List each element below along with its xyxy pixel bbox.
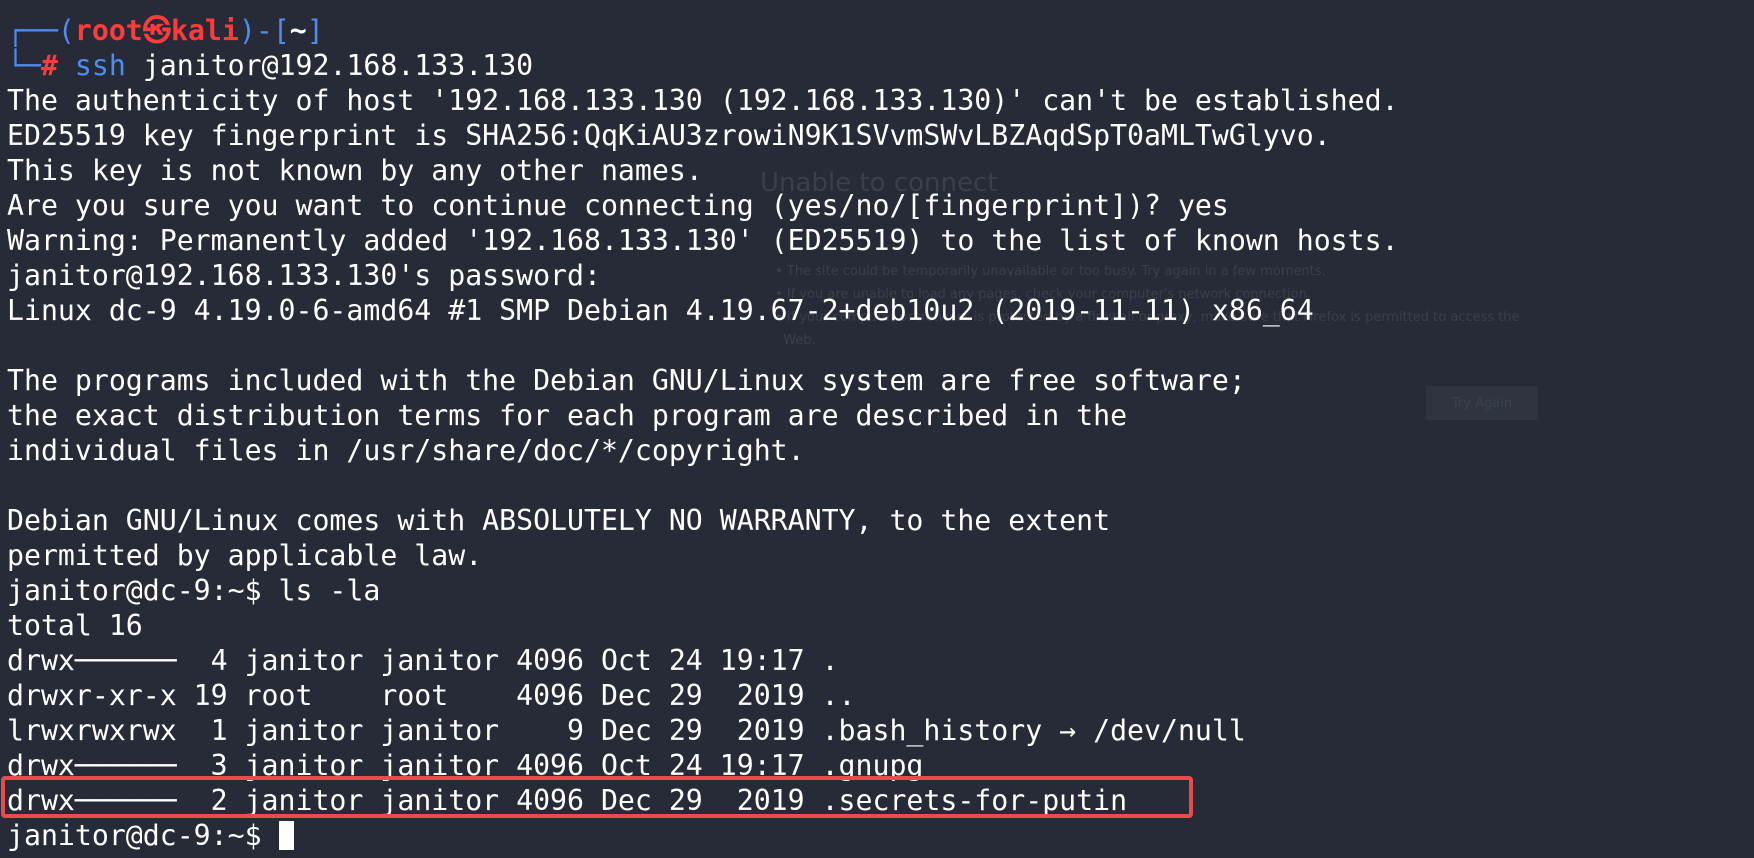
listing-row: drwx────── 4 janitor janitor 4096 Oct 24… <box>7 644 839 677</box>
cursor <box>278 821 294 850</box>
prompt-header-line: ┌──(root㉿kali)-[~] <box>7 13 1399 48</box>
prompt-frame-mid: )-[ <box>238 14 290 47</box>
output-line: Warning: Permanently added '192.168.133.… <box>7 224 1399 257</box>
output-line: total 16 <box>7 609 143 642</box>
prompt-frame-bottom: └─ <box>7 49 41 82</box>
output-line: Linux dc-9 4.19.0-6-amd64 #1 SMP Debian … <box>7 294 1314 327</box>
output-line: ED25519 key fingerprint is SHA256:QqKiAU… <box>7 119 1331 152</box>
output-line: individual files in /usr/share/doc/*/cop… <box>7 434 805 467</box>
output-line: janitor@192.168.133.130's password: <box>7 259 618 292</box>
skull-icon: ㉿ <box>142 14 171 47</box>
prompt-cwd: ~ <box>289 14 307 47</box>
command-name: ssh <box>74 49 126 82</box>
output-line: The programs included with the Debian GN… <box>7 364 1246 397</box>
terminal-window[interactable]: Unable to connect • The site could be te… <box>0 0 1754 858</box>
listing-row: drwxr-xr-x 19 root root 4096 Dec 29 2019… <box>7 679 856 712</box>
output-line: Are you sure you want to continue connec… <box>7 189 1229 222</box>
output-line: The authenticity of host '192.168.133.13… <box>7 84 1399 117</box>
output-line: Debian GNU/Linux comes with ABSOLUTELY N… <box>7 504 1111 537</box>
prompt-frame-end: ] <box>306 14 324 47</box>
final-prompt: janitor@dc-9:~$ <box>7 819 279 852</box>
prompt-command-line: └─# ssh janitor@192.168.133.130 <box>7 48 1399 83</box>
prompt-hash: # <box>40 49 58 82</box>
output-line: the exact distribution terms for each pr… <box>7 399 1128 432</box>
terminal-output: ┌──(root㉿kali)-[~] └─# ssh janitor@192.1… <box>7 13 1399 853</box>
output-line: janitor@dc-9:~$ ls -la <box>7 574 381 607</box>
output-line: This key is not known by any other names… <box>7 154 703 187</box>
final-prompt-line[interactable]: janitor@dc-9:~$ <box>7 818 1399 853</box>
prompt-host: kali <box>170 14 239 47</box>
listing-row: lrwxrwxrwx 1 janitor janitor 9 Dec 29 20… <box>7 714 1246 747</box>
prompt-frame-top: ┌──( <box>7 14 75 47</box>
highlight-box <box>1 776 1193 818</box>
prompt-user: root <box>74 14 143 47</box>
background-ghost-button: Try Again <box>1426 386 1538 420</box>
output-line: permitted by applicable law. <box>7 539 483 572</box>
command-args: janitor@192.168.133.130 <box>125 49 534 82</box>
